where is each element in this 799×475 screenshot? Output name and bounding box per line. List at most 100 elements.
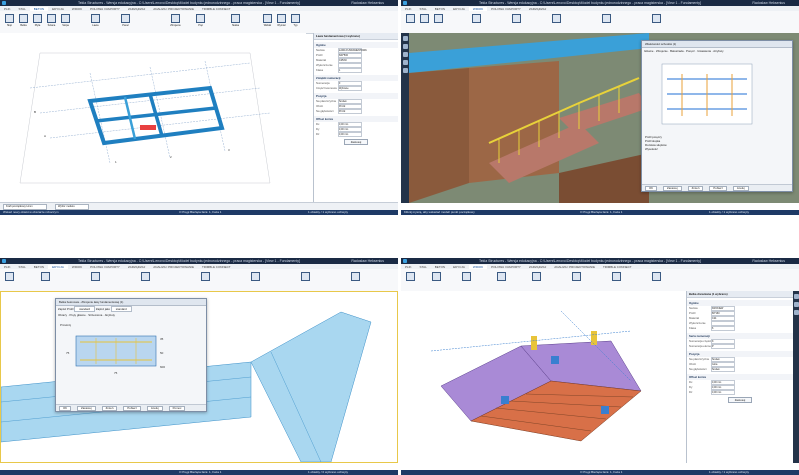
grid-line-1 <box>89 72 111 164</box>
tool-icon <box>251 272 260 281</box>
grid-line-a <box>29 62 251 89</box>
ribbon-button[interactable] <box>601 14 612 30</box>
dialog-tab[interactable]: Ustawienia <box>697 49 711 53</box>
dialog-tab[interactable]: Atrybuty <box>105 313 115 317</box>
ribbon-button[interactable] <box>250 272 261 288</box>
dialog-tab[interactable]: Pręty główne <box>70 313 86 317</box>
ribbon-button[interactable] <box>433 14 444 30</box>
save-as-field[interactable]: standard <box>110 306 132 312</box>
type-button[interactable]: Typ <box>290 14 301 30</box>
left-wall[interactable] <box>409 68 469 203</box>
sidebar-icon[interactable] <box>402 68 408 73</box>
modify-button[interactable]: Zmień <box>687 186 704 191</box>
chimney[interactable] <box>591 331 597 345</box>
prop-row: Numeracja elementuP <box>687 344 793 349</box>
dialog-tab[interactable]: Obrazy <box>58 313 67 317</box>
model-viewport[interactable] <box>401 291 687 463</box>
roof-window[interactable] <box>501 396 509 404</box>
ribbon-button[interactable] <box>4 272 15 288</box>
ribbon-button[interactable] <box>431 272 442 288</box>
reinforcement-dialog: Belka betonowa - Zbrojenie ławy fundamen… <box>55 298 207 412</box>
ok-button[interactable]: OK <box>645 186 658 191</box>
sidebar-icon[interactable] <box>402 52 408 57</box>
ribbon-button[interactable] <box>551 14 562 30</box>
dialog-tab[interactable]: Balustrada <box>670 49 683 53</box>
status-selection: 1 obiekty / 1 wybrano uchwyty <box>708 470 749 474</box>
beam-button[interactable]: Belka <box>18 14 29 30</box>
chimney[interactable] <box>531 336 537 350</box>
column-button[interactable]: Słup <box>4 14 15 30</box>
help-button[interactable]: Pomoc <box>168 406 186 411</box>
ok-button[interactable]: OK <box>59 406 72 411</box>
ribbon-button[interactable] <box>461 272 472 288</box>
ribbon-button[interactable] <box>531 272 542 288</box>
bar-button[interactable]: Pręt <box>195 14 206 30</box>
beam-rebar-diagonal[interactable] <box>250 311 372 462</box>
roof-window[interactable] <box>551 356 559 364</box>
sidebar-icon[interactable] <box>402 36 408 41</box>
modify-button[interactable]: Zmień <box>101 406 118 411</box>
sidebar-icon[interactable] <box>793 294 799 299</box>
ribbon-button[interactable] <box>300 272 311 288</box>
selected-footing[interactable] <box>140 125 156 130</box>
ribbon-button[interactable] <box>496 272 507 288</box>
status-bar: Kliknij myszą, aby wskazać model/ punkt … <box>401 210 799 215</box>
footing-button[interactable]: Stopa <box>60 14 71 30</box>
dialog-tab[interactable]: Strzemiona <box>88 313 102 317</box>
ribbon-button[interactable] <box>511 14 522 30</box>
status-selection: 1 obiekty / 1 wybrano uchwyty <box>307 210 348 214</box>
ribbon-button[interactable] <box>471 14 482 30</box>
sidebar-icon[interactable] <box>402 60 408 65</box>
ribbon-button[interactable] <box>419 14 430 30</box>
save-button[interactable]: Zapisz <box>58 307 66 311</box>
ribbon-button[interactable] <box>90 272 101 288</box>
save-as-button[interactable]: Zapisz jako <box>96 307 110 311</box>
ribbon-toolbar <box>401 269 799 292</box>
roof-window[interactable] <box>601 406 609 414</box>
sidebar-icon[interactable] <box>402 44 408 49</box>
dialog-tab[interactable]: Poręcz <box>686 49 695 53</box>
ribbon-button[interactable] <box>40 272 51 288</box>
cancel-button[interactable]: Anuluj <box>732 186 749 191</box>
ribbon-button[interactable] <box>405 14 416 30</box>
ribbon-button[interactable] <box>405 272 416 288</box>
tool-icon <box>351 272 360 281</box>
dimension-button[interactable]: Wymiar <box>276 14 287 30</box>
sidebar-icon[interactable] <box>793 310 799 315</box>
panel-button[interactable]: Panel <box>120 14 131 30</box>
wall-button[interactable]: Ściana <box>46 14 57 30</box>
apply-button[interactable]: Zastosuj <box>77 406 96 411</box>
tool-icon <box>572 272 581 281</box>
views-button[interactable]: Widoki <box>262 14 273 30</box>
field-label: Wysokość <box>645 147 658 151</box>
apply-button[interactable]: Zastosuj <box>663 186 682 191</box>
apply-button[interactable]: Zastosuj <box>727 397 753 403</box>
grid-line-b <box>39 87 261 114</box>
ribbon-button[interactable] <box>350 272 361 288</box>
dialog-tab[interactable]: Zbrojenie <box>656 49 668 53</box>
model-viewport[interactable]: 1 2 3 A B <box>0 33 306 203</box>
get-button[interactable]: Pobierz <box>123 406 141 411</box>
get-button[interactable]: Pobierz <box>709 186 727 191</box>
profile-select[interactable]: standard <box>74 306 96 312</box>
prop-class-field[interactable]: 6 <box>711 326 735 331</box>
slab-button[interactable]: Płyta <box>32 14 43 30</box>
prop-class-field[interactable]: 1 <box>338 68 362 73</box>
dialog-tab[interactable]: Główne <box>644 49 653 53</box>
mesh-button[interactable]: Siatka <box>230 14 241 30</box>
tool-icon <box>512 14 521 23</box>
section-label: Przekrój <box>60 323 71 327</box>
apply-button[interactable]: Zastosuj <box>343 139 369 145</box>
ribbon-button[interactable] <box>571 272 582 288</box>
rebar-button[interactable]: Zbrojenie <box>170 14 181 30</box>
ribbon-button[interactable] <box>200 272 211 288</box>
sidebar-icon[interactable] <box>793 302 799 307</box>
properties-panel: Ława fundamentowa (1 wybrano) Ogólne Naz… <box>313 33 398 203</box>
cancel-button[interactable]: Anuluj <box>146 406 163 411</box>
strip-footing-button[interactable]: Ława <box>90 14 101 30</box>
ribbon-button[interactable] <box>140 272 151 288</box>
dialog-tab[interactable]: Atrybuty <box>713 49 723 53</box>
ribbon-button[interactable] <box>651 272 662 288</box>
ribbon-button[interactable] <box>611 272 622 288</box>
ribbon-button[interactable] <box>651 14 662 30</box>
